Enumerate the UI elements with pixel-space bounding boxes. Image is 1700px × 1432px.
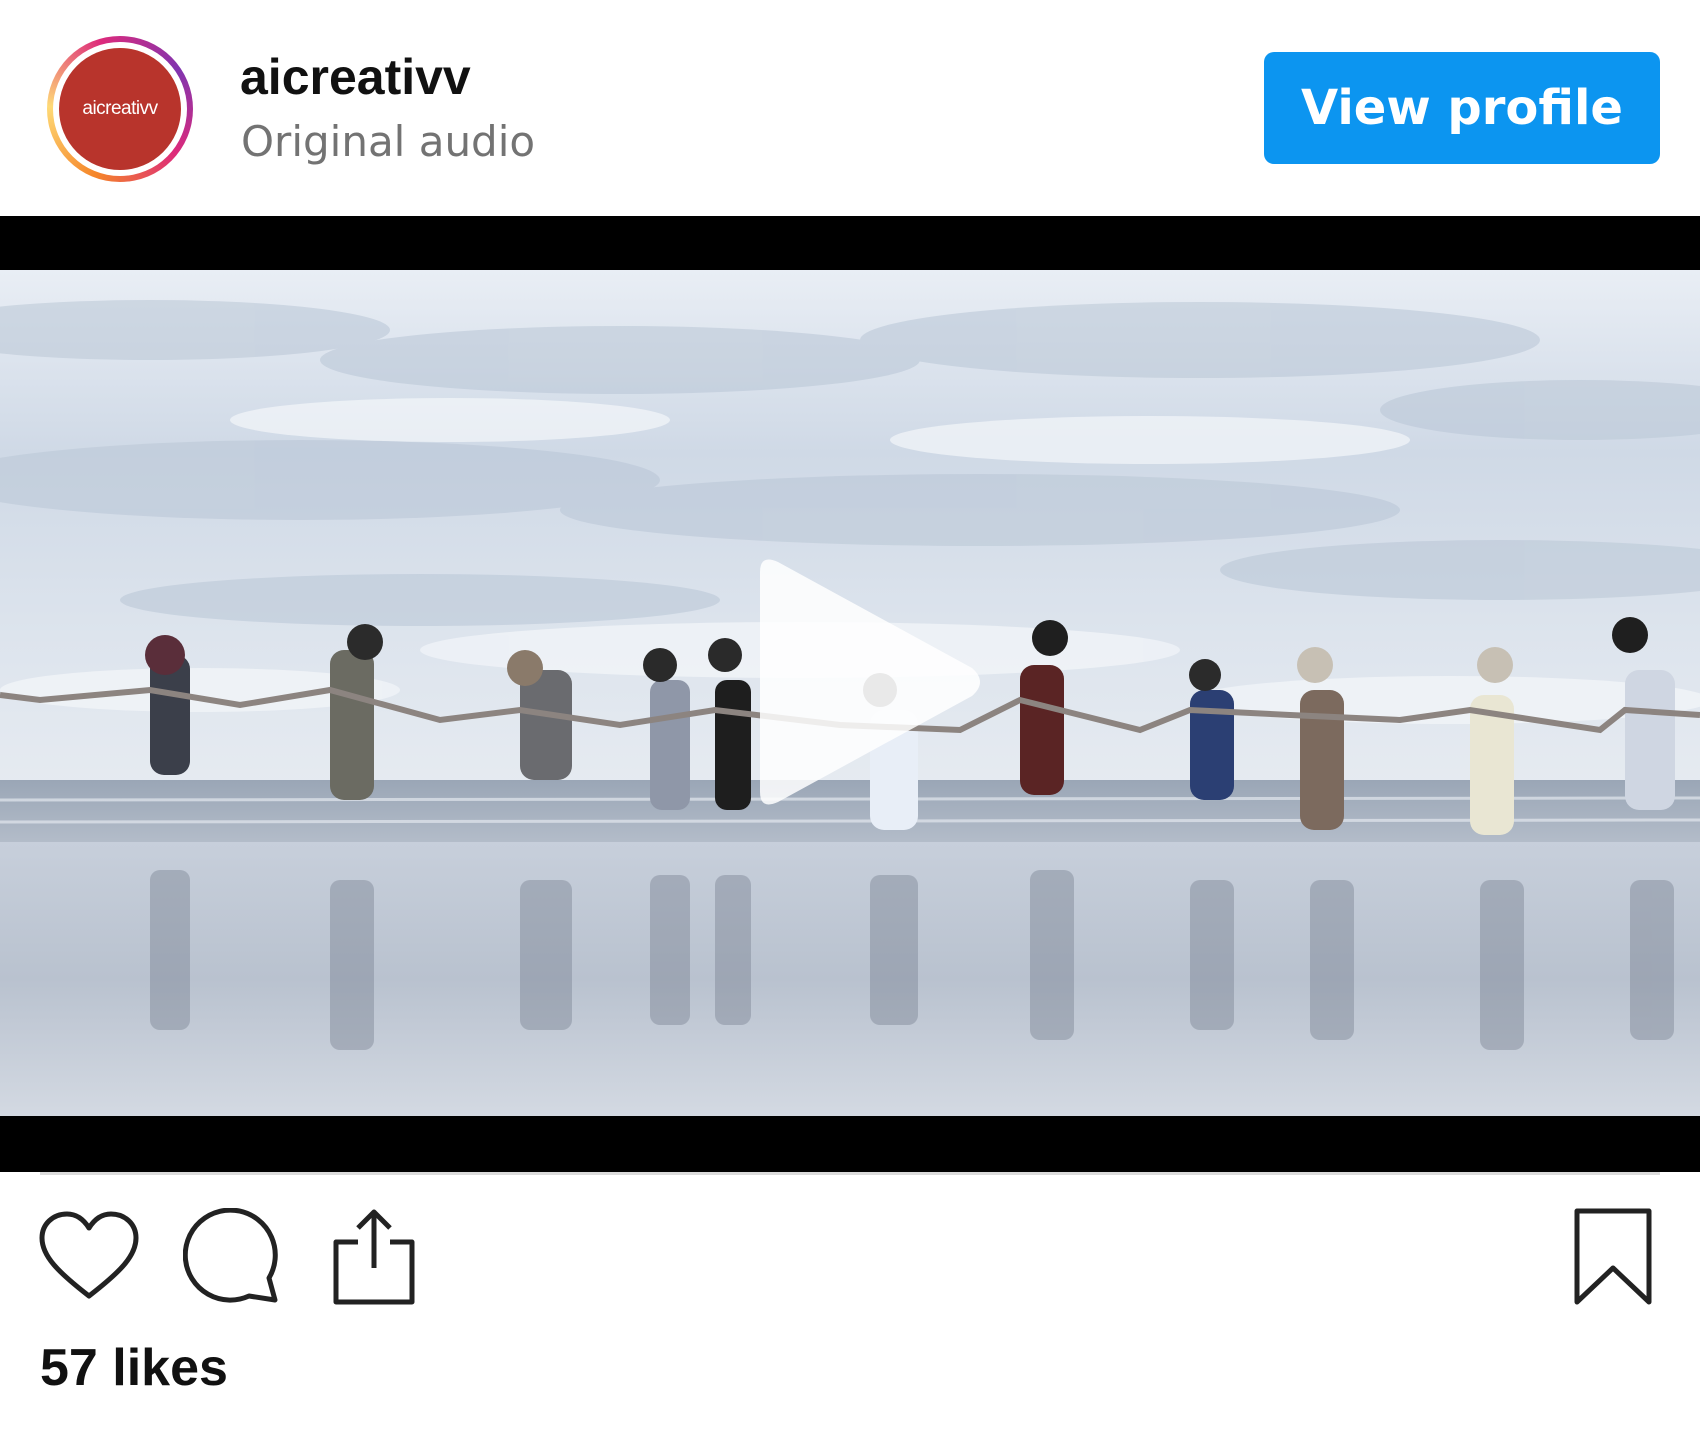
video-player[interactable] [0, 216, 1700, 1172]
play-icon[interactable] [740, 550, 990, 814]
bookmark-icon[interactable] [1572, 1206, 1654, 1306]
view-profile-button[interactable]: View profile [1264, 52, 1660, 164]
audio-label[interactable]: Original audio [241, 112, 535, 172]
avatar-logo-text: aicreativv [82, 98, 158, 119]
likes-count[interactable]: 57 likes [40, 1336, 228, 1400]
comment-icon[interactable] [183, 1208, 283, 1306]
heart-icon[interactable] [38, 1210, 140, 1302]
instagram-post-embed: aicreativv aicreativv Original audio Vie… [0, 0, 1700, 1432]
username-link[interactable]: aicreativv [240, 44, 471, 110]
avatar: aicreativv [59, 48, 181, 170]
avatar-story-ring[interactable]: aicreativv [47, 36, 193, 182]
post-header: aicreativv aicreativv Original audio Vie… [0, 0, 1700, 216]
share-icon[interactable] [330, 1206, 418, 1306]
divider [40, 1172, 1660, 1175]
